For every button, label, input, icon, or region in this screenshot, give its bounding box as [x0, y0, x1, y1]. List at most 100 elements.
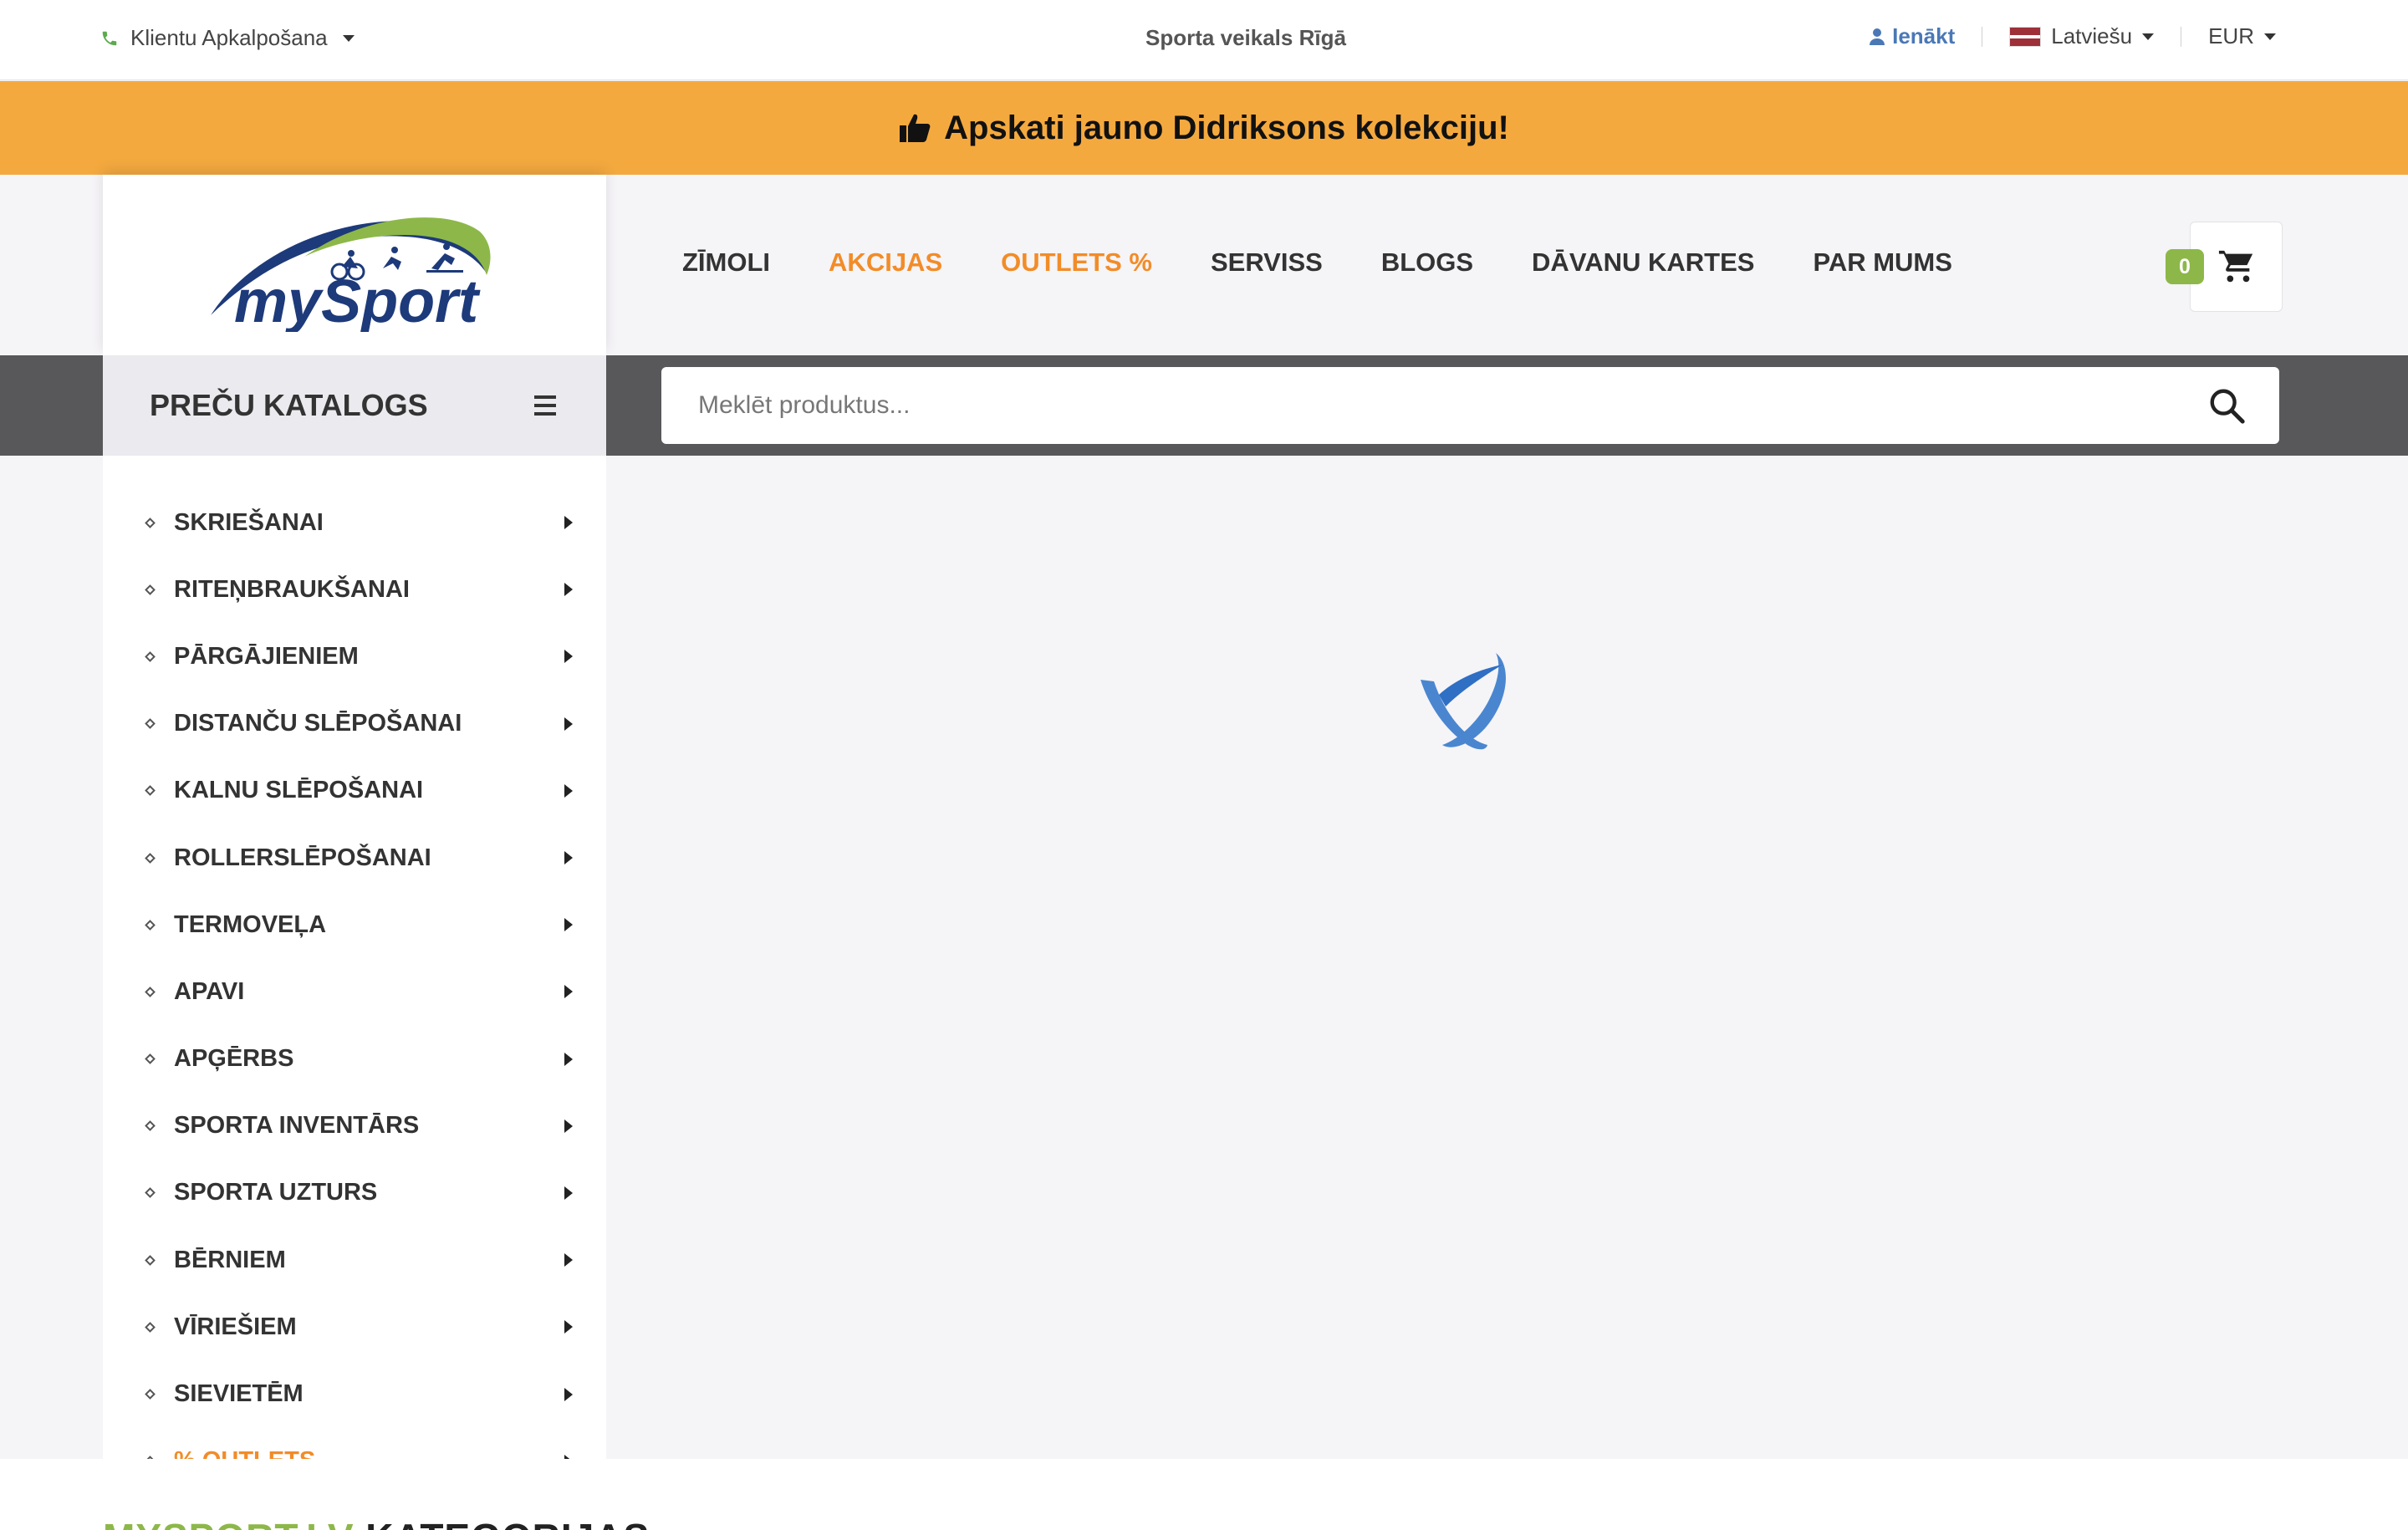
logo-text: mySport: [234, 268, 481, 332]
mysport-logo: mySport: [211, 217, 491, 332]
chevron-right-icon: [564, 851, 573, 865]
category-label: RITEŅBRAUKŠANAI: [174, 575, 410, 603]
main-content: [606, 456, 2408, 1459]
category-item-clothing[interactable]: APĢĒRBS: [103, 1026, 606, 1093]
currency-selector[interactable]: EUR: [2208, 23, 2276, 49]
chevron-right-icon: [564, 650, 573, 664]
category-item-roller-skiing[interactable]: ROLLERSLĒPOŠANAI: [103, 824, 606, 891]
bullet-icon: [145, 1389, 156, 1400]
shopping-cart-icon: [2218, 250, 2252, 283]
latvia-flag-icon: [2009, 26, 2042, 47]
category-label: SKRIEŠANAI: [174, 508, 324, 536]
hamburger-menu-icon[interactable]: [534, 395, 556, 416]
login-label: Ienākt: [1892, 23, 1956, 48]
bullet-icon: [145, 584, 156, 595]
chevron-down-icon: [2142, 33, 2155, 40]
category-label: APAVI: [174, 977, 245, 1005]
phone-icon: [102, 31, 117, 45]
customer-service-menu[interactable]: Klientu Apkalpošana: [100, 25, 355, 51]
category-list: SKRIEŠANAI RITEŅBRAUKŠANAI PĀRGĀJIENIEM …: [103, 456, 606, 1495]
category-label: SPORTA UZTURS: [174, 1179, 378, 1206]
currency-label: EUR: [2208, 23, 2254, 48]
category-item-thermal-underwear[interactable]: TERMOVEĻA: [103, 891, 606, 958]
top-bar: Klientu Apkalpošana Sporta veikals Rīgā …: [0, 0, 2408, 80]
category-item-cross-country-skiing[interactable]: DISTANČU SLĒPOŠANAI: [103, 691, 606, 757]
catalog-header[interactable]: PREČU KATALOGS: [103, 355, 606, 456]
chevron-down-icon: [342, 34, 355, 42]
section-title-rest: KATEGORIJAS: [355, 1516, 650, 1530]
bullet-icon: [145, 1120, 156, 1132]
language-selector[interactable]: Latviešu: [2009, 23, 2155, 49]
bullet-icon: [145, 987, 156, 997]
category-item-alpine-skiing[interactable]: KALNU SLĒPOŠANAI: [103, 757, 606, 824]
category-item-sports-nutrition[interactable]: SPORTA UZTURS: [103, 1160, 606, 1227]
category-item-running[interactable]: SKRIEŠANAI: [103, 489, 606, 556]
nav-item-blog[interactable]: BLOGS: [1381, 247, 1473, 278]
category-item-sports-equipment[interactable]: SPORTA INVENTĀRS: [103, 1093, 606, 1160]
chevron-right-icon: [564, 1186, 573, 1200]
category-label: BĒRNIEM: [174, 1246, 286, 1273]
bullet-icon: [145, 919, 156, 931]
bullet-icon: [145, 718, 156, 730]
search-input[interactable]: [698, 391, 2207, 420]
search-bar: [661, 367, 2279, 444]
category-label: ROLLERSLĒPOŠANAI: [174, 844, 431, 871]
chevron-down-icon: [2264, 33, 2276, 40]
promo-banner[interactable]: Apskati jauno Didriksons kolekciju!: [0, 81, 2408, 175]
category-item-kids[interactable]: BĒRNIEM: [103, 1227, 606, 1293]
bullet-icon: [145, 1053, 156, 1064]
chevron-right-icon: [564, 1387, 573, 1401]
chevron-right-icon: [564, 1119, 573, 1133]
bullet-icon: [145, 1254, 156, 1266]
loading-spinner-icon: [1421, 653, 1506, 750]
catalog-title: PREČU KATALOGS: [150, 388, 428, 422]
category-label: APĢĒRBS: [174, 1045, 294, 1073]
main-navigation: ZĪMOLI AKCIJAS OUTLETS % SERVISS BLOGS D…: [682, 247, 1952, 278]
login-link[interactable]: Ienākt: [1869, 23, 1955, 49]
chevron-right-icon: [564, 1320, 573, 1334]
customer-service-label: Klientu Apkalpošana: [130, 25, 328, 50]
categories-section-title: MYSPORT.LV KATEGORIJAS: [103, 1515, 650, 1530]
bullet-icon: [145, 785, 156, 797]
category-item-footwear[interactable]: APAVI: [103, 958, 606, 1025]
nav-item-service[interactable]: SERVISS: [1211, 247, 1323, 278]
chevron-right-icon: [564, 985, 573, 999]
bullet-icon: [145, 852, 156, 864]
topbar-right: Ienākt Latviešu EUR: [1869, 23, 2276, 49]
chevron-right-icon: [564, 516, 573, 530]
search-icon[interactable]: [2207, 386, 2246, 425]
category-item-women[interactable]: SIEVIETĒM: [103, 1360, 606, 1427]
category-item-hiking[interactable]: PĀRGĀJIENIEM: [103, 623, 606, 690]
language-label: Latviešu: [2051, 23, 2133, 48]
nav-item-brands[interactable]: ZĪMOLI: [682, 247, 770, 278]
category-label: SIEVIETĒM: [174, 1380, 304, 1408]
category-sidebar: SKRIEŠANAI RITEŅBRAUKŠANAI PĀRGĀJIENIEM …: [103, 456, 606, 1530]
category-label: KALNU SLĒPOŠANAI: [174, 777, 424, 804]
chevron-right-icon: [564, 1052, 573, 1066]
nav-item-outlets[interactable]: OUTLETS %: [1001, 247, 1152, 278]
category-item-cycling[interactable]: RITEŅBRAUKŠANAI: [103, 556, 606, 623]
bullet-icon: [145, 1187, 156, 1199]
bullet-icon: [145, 651, 156, 662]
category-label: VĪRIEŠIEM: [174, 1313, 297, 1340]
bullet-icon: [145, 517, 156, 528]
nav-item-sales[interactable]: AKCIJAS: [829, 247, 942, 278]
chevron-right-icon: [564, 583, 573, 597]
category-label: PĀRGĀJIENIEM: [174, 642, 359, 670]
thumbs-up-icon: [900, 114, 931, 142]
category-label: SPORTA INVENTĀRS: [174, 1112, 420, 1140]
user-icon: [1870, 28, 1885, 45]
site-logo[interactable]: mySport: [103, 175, 606, 355]
nav-item-gift-cards[interactable]: DĀVANU KARTES: [1532, 247, 1754, 278]
bullet-icon: [145, 1321, 156, 1333]
chevron-right-icon: [564, 783, 573, 798]
category-item-men[interactable]: VĪRIEŠIEM: [103, 1293, 606, 1360]
chevron-right-icon: [564, 1253, 573, 1267]
cart-count-badge: 0: [2166, 249, 2204, 284]
category-label: TERMOVEĻA: [174, 910, 327, 938]
section-title-brand: MYSPORT.LV: [103, 1516, 355, 1530]
chevron-right-icon: [564, 717, 573, 731]
nav-item-about[interactable]: PAR MUMS: [1813, 247, 1951, 278]
promo-text: Apskati jauno Didriksons kolekciju!: [944, 109, 1509, 146]
category-label: DISTANČU SLĒPOŠANAI: [174, 710, 462, 737]
